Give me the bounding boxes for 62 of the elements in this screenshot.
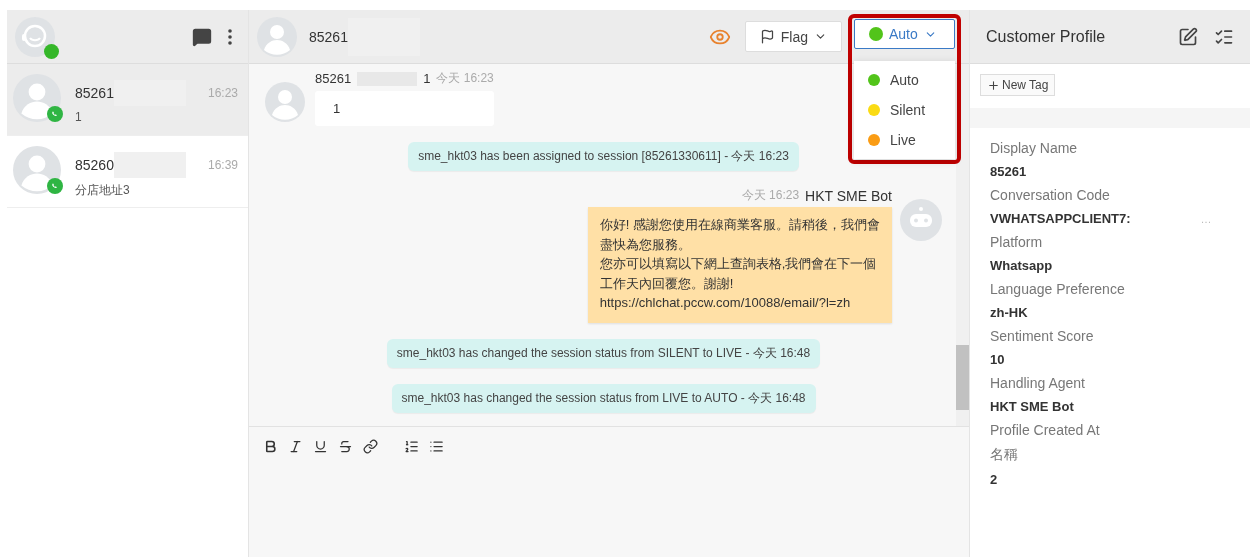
scrollbar[interactable] <box>956 64 969 426</box>
field-value-ellipsis: … <box>1200 212 1212 225</box>
message-time: 今天 16:23 <box>741 187 800 204</box>
field-label: Sentiment Score <box>990 328 1095 344</box>
message-time: 16:23 <box>207 86 238 100</box>
field-label: Conversation Code <box>990 187 1111 203</box>
robot-avatar-icon <box>900 199 942 241</box>
contact-name: 85260 <box>75 157 114 173</box>
field-label: Language Preference <box>990 281 1126 297</box>
chat-contact-name: 85261 <box>309 28 348 45</box>
whatsapp-icon <box>50 181 60 191</box>
system-message: sme_hkt03 has changed the session status from LIVE to AUTO - 今天 16:48 <box>391 383 816 413</box>
contact-name: 85261 <box>75 85 114 101</box>
field-value: 85261 <box>990 164 1027 179</box>
avatar-icon <box>265 82 305 122</box>
bold-icon[interactable] <box>263 439 278 454</box>
link-icon[interactable] <box>363 439 378 454</box>
flag-dropdown[interactable]: Flag <box>744 21 842 52</box>
conversation-item[interactable]: 85261 16:23 1 <box>7 64 248 136</box>
status-dropdown[interactable]: Auto <box>854 19 955 49</box>
more-icon <box>228 28 232 45</box>
more-menu-button[interactable] <box>226 26 234 47</box>
field-label: 名稱 <box>990 446 1019 464</box>
sender-suffix: 1 <box>423 71 431 86</box>
status-option[interactable]: Auto <box>854 65 955 95</box>
sender-name: HKT SME Bot <box>805 187 892 204</box>
field-label: Profile Created At <box>990 422 1101 438</box>
message-preview: 分店地址3 <box>75 182 131 199</box>
status-option[interactable]: Live <box>854 125 955 155</box>
plus-icon <box>987 78 1000 92</box>
underline-icon[interactable] <box>313 439 328 454</box>
field-value: 2 <box>990 472 998 487</box>
field-value: VWHATSAPPCLIENT7: <box>990 211 1131 226</box>
avatar-icon <box>13 74 61 122</box>
avatar-icon <box>13 146 61 194</box>
headset-avatar-icon <box>15 16 55 57</box>
message-time: 今天 16:23 <box>436 70 494 87</box>
flag-icon <box>759 29 775 44</box>
panel-title: Customer Profile <box>986 27 1106 46</box>
field-value: Whatsapp <box>990 258 1053 273</box>
field-label: Platform <box>990 234 1044 250</box>
field-value: HKT SME Bot <box>990 399 1074 414</box>
whatsapp-icon <box>50 109 60 119</box>
message-input[interactable] <box>249 466 969 557</box>
field-value: zh-HK <box>990 305 1028 320</box>
avatar-icon <box>257 16 297 57</box>
system-message: sme_hkt03 has changed the session status from SILENT to LIVE - 今天 16:48 <box>386 338 821 368</box>
message-preview: 1 <box>75 110 83 124</box>
message-time: 16:39 <box>207 158 238 172</box>
numbered-list-icon[interactable] <box>404 439 419 454</box>
field-label: Display Name <box>990 140 1079 156</box>
italic-icon[interactable] <box>288 439 303 454</box>
field-value: 10 <box>990 352 1005 367</box>
strikethrough-icon[interactable] <box>338 439 353 454</box>
message-bubble: 1 <box>315 91 494 126</box>
field-label: Handling Agent <box>990 375 1086 391</box>
message-bubble: 你好! 感謝您使用在線商業客服。請稍後，我們會 盡快為您服務。 您亦可以填寫以下網上查詢表格,我們會在下一個 工作天內回覆您。謝謝! https://chlchat.pccw.com/10088/email/?l=zh <box>587 207 892 323</box>
new-tag-button[interactable]: New Tag <box>980 74 1056 96</box>
status-option[interactable]: Silent <box>854 95 955 125</box>
bullet-list-icon[interactable] <box>429 439 444 454</box>
sender-name: 85261 <box>315 71 352 86</box>
system-message: sme_hkt03 has been assigned to session [85261330611] - 今天 16:23 <box>408 142 799 171</box>
